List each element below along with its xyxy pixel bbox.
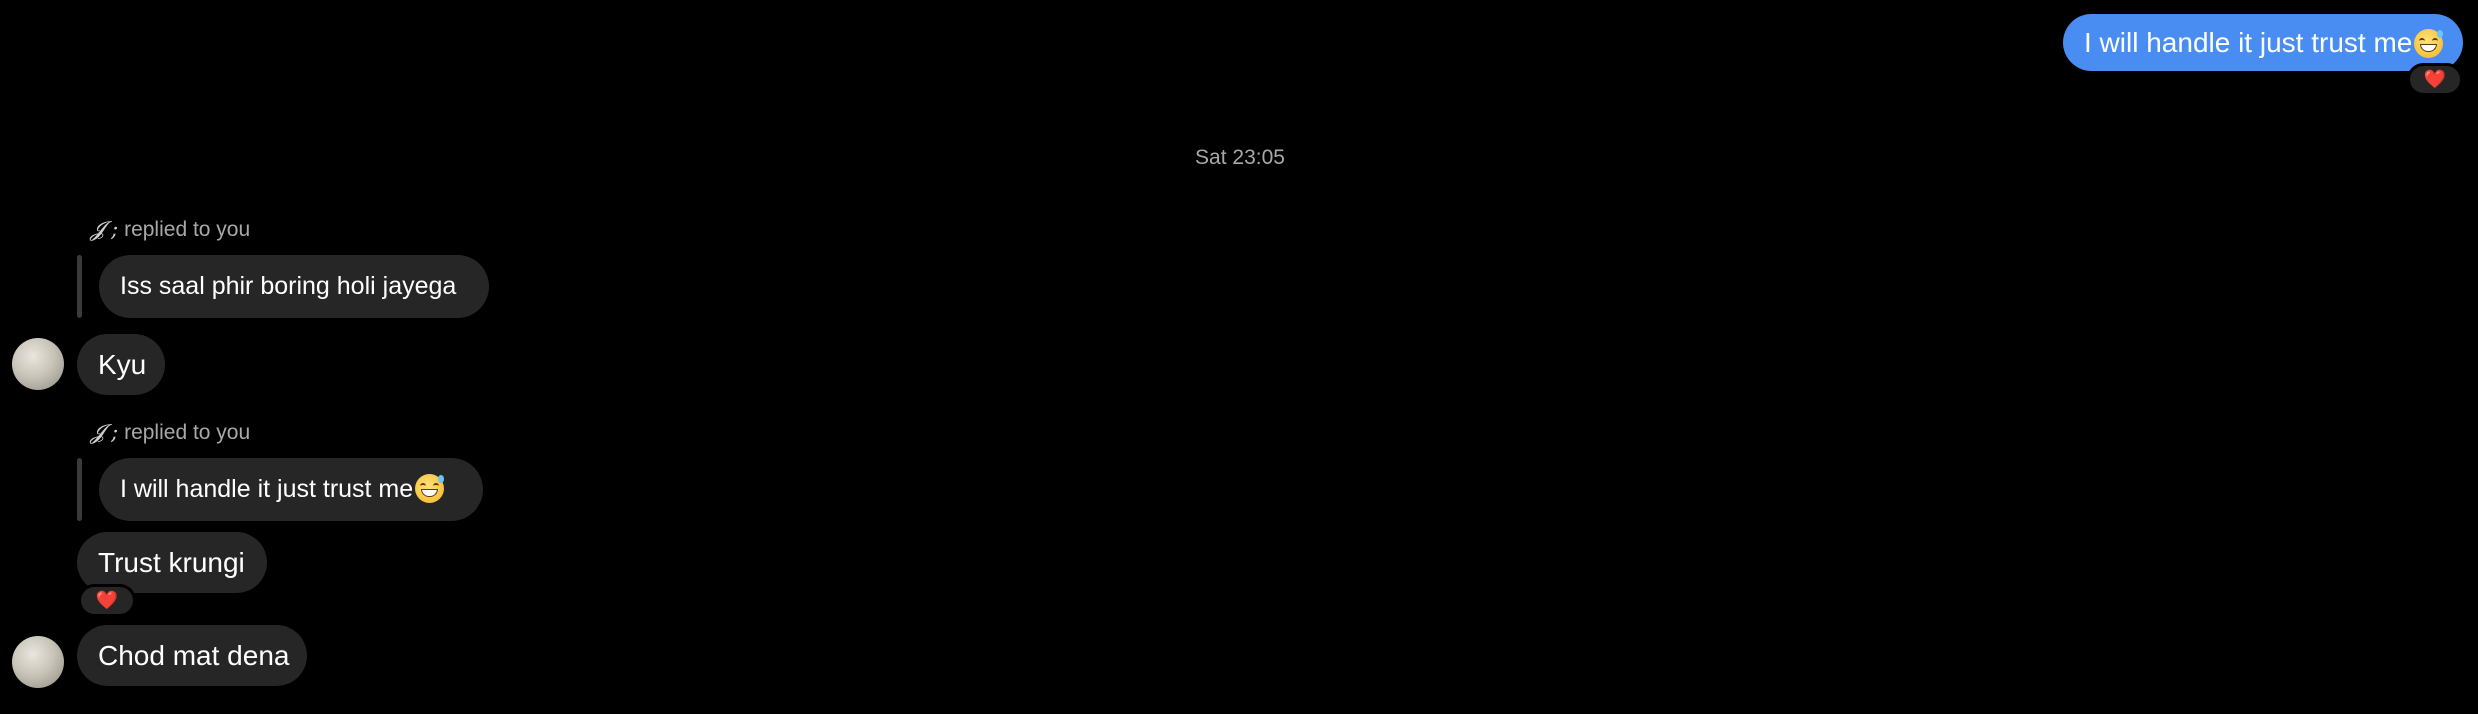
- reply-suffix: replied to you: [118, 421, 251, 444]
- outgoing-message-text: I will handle it just trust me: [2084, 27, 2413, 58]
- quoted-message-text: I will handle it just trust me: [120, 475, 414, 503]
- quoted-message-bubble[interactable]: Iss saal phir boring holi jayega: [99, 255, 489, 318]
- heart-icon: ❤️: [95, 590, 119, 610]
- timestamp-divider: Sat 23:05: [1195, 146, 1285, 169]
- quoted-message-text: Iss saal phir boring holi jayega: [120, 272, 457, 300]
- reply-sender-name: 𝓙 ;: [90, 420, 119, 444]
- heart-icon: ❤️: [2423, 69, 2447, 89]
- sender-avatar[interactable]: [12, 636, 64, 688]
- grinning-sweat-emoji-icon: [415, 474, 445, 503]
- incoming-message-text: Trust krungi: [98, 547, 245, 578]
- incoming-message-bubble[interactable]: Chod mat dena: [77, 625, 307, 686]
- incoming-message-text: Kyu: [98, 349, 147, 380]
- reply-context-label: 𝓙 ; replied to you: [90, 418, 250, 447]
- reply-sender-name: 𝓙 ;: [90, 217, 119, 241]
- sender-avatar[interactable]: [12, 338, 64, 390]
- incoming-message-text: Chod mat dena: [98, 640, 290, 671]
- quoted-message-bubble[interactable]: I will handle it just trust me: [99, 458, 483, 521]
- incoming-message-bubble[interactable]: Kyu: [77, 334, 165, 395]
- heart-reaction[interactable]: ❤️: [2407, 63, 2463, 96]
- reply-quote-bar: [77, 255, 82, 318]
- heart-reaction[interactable]: ❤️: [78, 584, 136, 617]
- grinning-sweat-emoji-icon: [2414, 29, 2444, 58]
- reply-quote-bar: [77, 458, 82, 521]
- reply-suffix: replied to you: [118, 218, 251, 241]
- reply-context-label: 𝓙 ; replied to you: [90, 215, 250, 244]
- outgoing-message-bubble[interactable]: I will handle it just trust me: [2063, 14, 2463, 71]
